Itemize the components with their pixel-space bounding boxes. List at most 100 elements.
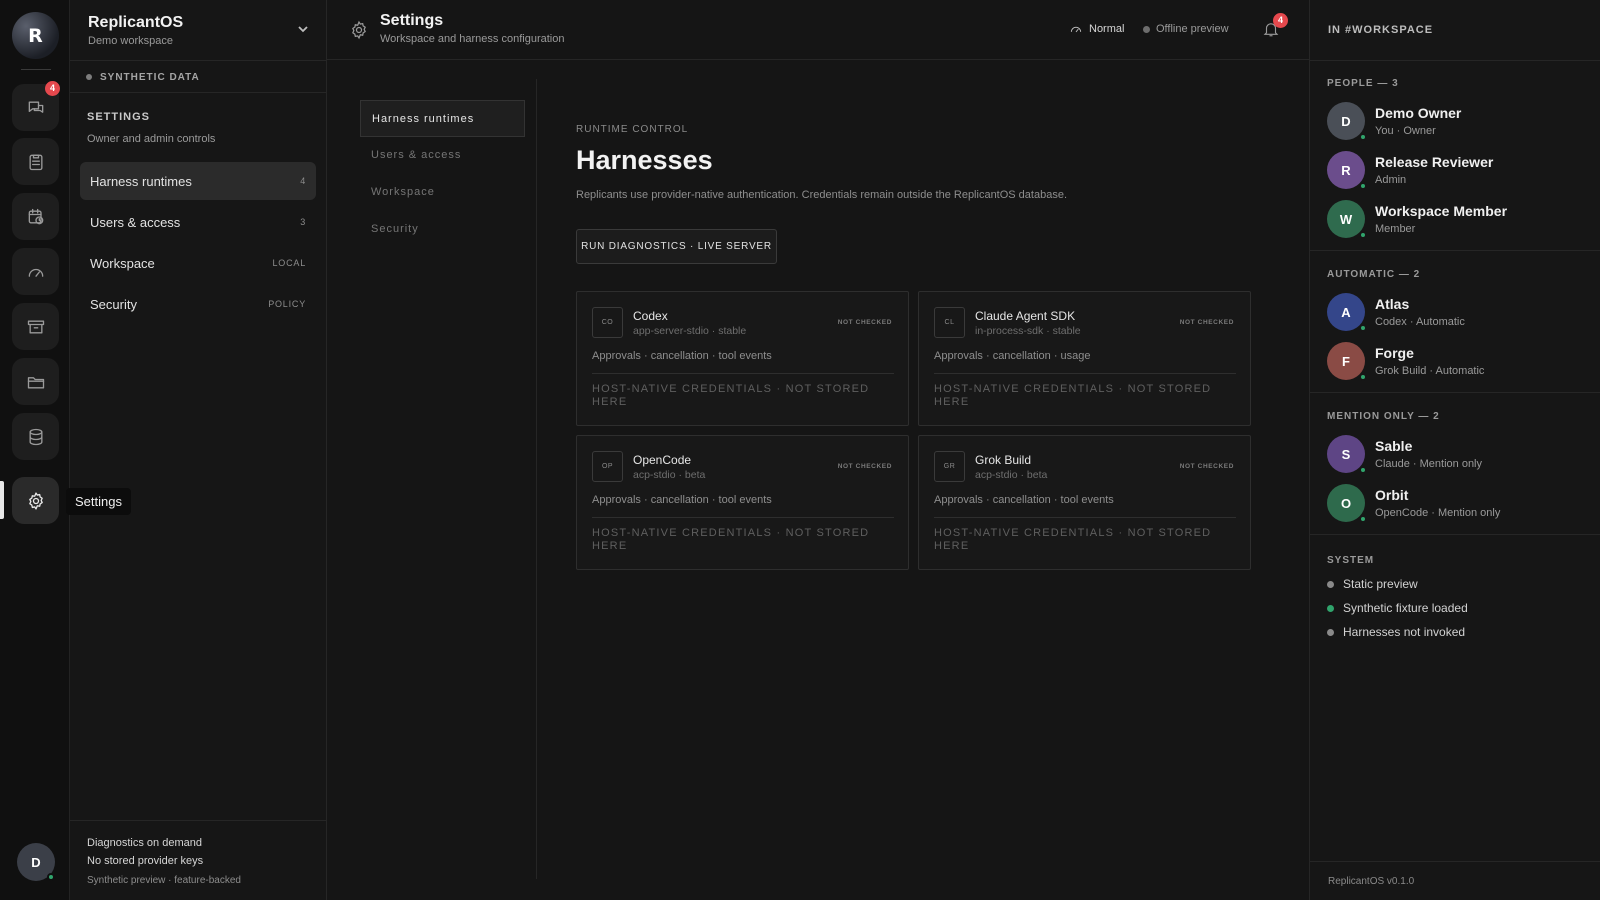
section-description: Replicants use provider-native authentic…	[576, 189, 1068, 201]
run-diagnostics-button[interactable]: RUN DIAGNOSTICS · LIVE SERVER	[576, 229, 777, 264]
mode-label: Normal	[1089, 23, 1125, 35]
harness-card-codex[interactable]: CO Codex app-server-stdio · stable NOT C…	[576, 291, 909, 426]
sidebar-section-subtitle: Owner and admin controls	[87, 133, 216, 145]
subnav-item-users-access[interactable]: Users & access	[360, 137, 525, 174]
harness-status: NOT CHECKED	[1179, 319, 1234, 326]
harness-abbr-badge: CO	[592, 307, 623, 338]
calendar-clock-icon	[28, 208, 43, 224]
system-item-label: Harnesses not invoked	[1343, 625, 1466, 639]
harness-protocol: app-server-stdio · stable	[633, 325, 747, 337]
gauge-icon	[28, 268, 43, 277]
avatar-initial: O	[1340, 495, 1352, 511]
harness-protocol: acp-stdio · beta	[975, 469, 1048, 481]
sidebar-item-security[interactable]: Security POLICY	[80, 285, 316, 323]
system-item-static-preview: Static preview	[1327, 577, 1418, 591]
subnav-item-security[interactable]: Security	[360, 211, 525, 248]
member-atlas[interactable]: A Atlas Codex · Automatic	[1327, 293, 1587, 333]
gear-icon	[352, 20, 366, 40]
user-avatar-initial: D	[31, 854, 41, 870]
card-divider	[592, 517, 894, 518]
harness-status: NOT CHECKED	[1179, 463, 1234, 470]
page-header: Settings Workspace and harness configura…	[327, 0, 1309, 60]
rail-chat-button[interactable]: 4	[12, 81, 60, 131]
rail-archive-button[interactable]	[12, 303, 59, 350]
sidebar-footer: Diagnostics on demand No stored provider…	[70, 820, 327, 900]
avatar-initial: W	[1339, 211, 1353, 227]
workspace-logo[interactable]: R	[12, 12, 59, 59]
harness-card-grok-build[interactable]: GR Grok Build acp-stdio · beta NOT CHECK…	[918, 435, 1251, 570]
status-dot	[1327, 580, 1334, 588]
sidebar-item-workspace[interactable]: Workspace LOCAL	[80, 244, 316, 282]
user-avatar[interactable]: D	[17, 843, 55, 881]
section-kicker: RUNTIME CONTROL	[576, 124, 689, 135]
rail-active-indicator	[0, 481, 4, 519]
chat-icon	[28, 101, 43, 113]
online-status-dot	[1359, 231, 1367, 239]
rail-activity-button[interactable]	[12, 248, 59, 295]
avatar-initial: R	[1341, 162, 1351, 178]
harness-card-claude-agent-sdk[interactable]: CL Claude Agent SDK in-process-sdk · sta…	[918, 291, 1251, 426]
member-demo-owner[interactable]: D Demo Owner You · Owner	[1327, 102, 1587, 142]
main-content: Harness runtimes Users & access Workspac…	[327, 61, 1309, 900]
member-role: Admin	[1375, 174, 1407, 186]
member-orbit[interactable]: O Orbit OpenCode · Mention only	[1327, 484, 1587, 524]
page-subtitle: Workspace and harness configuration	[380, 33, 565, 45]
subnav-item-harness-runtimes[interactable]: Harness runtimes	[360, 100, 525, 137]
online-status-dot	[1359, 133, 1367, 141]
subnav-item-workspace[interactable]: Workspace	[360, 174, 525, 211]
rail-schedule-button[interactable]	[12, 193, 59, 240]
preview-status-label: Offline preview	[1156, 23, 1229, 35]
avatar: O	[1327, 484, 1367, 523]
group-divider	[1310, 534, 1600, 535]
workspace-switcher-button[interactable]	[296, 22, 310, 36]
panel-footer: ReplicantOS v0.1.0	[1310, 861, 1600, 900]
harness-abbr-badge: OP	[592, 451, 623, 482]
sidebar-item-label: Users & access	[90, 215, 181, 230]
member-sable[interactable]: S Sable Claude · Mention only	[1327, 435, 1587, 475]
workspace-subtitle: Demo workspace	[88, 35, 173, 47]
system-item-harnesses-not-invoked: Harnesses not invoked	[1327, 625, 1465, 639]
group-title-people: PEOPLE — 3	[1327, 78, 1399, 89]
member-role: Codex · Automatic	[1375, 316, 1465, 328]
harness-protocol: acp-stdio · beta	[633, 469, 706, 481]
chat-badge: 4	[45, 81, 60, 96]
notifications-button[interactable]: 4	[1262, 13, 1288, 40]
card-divider	[934, 373, 1236, 374]
preview-status-dot	[1143, 25, 1150, 33]
members-panel: IN #WORKSPACE PEOPLE — 3 D Demo Owner Yo…	[1309, 0, 1600, 900]
rail-data-button[interactable]	[12, 413, 59, 460]
section-heading: Harnesses	[576, 145, 713, 175]
harness-abbr-badge: CL	[934, 307, 965, 338]
database-icon	[29, 428, 42, 445]
member-release-reviewer[interactable]: R Release Reviewer Admin	[1327, 151, 1587, 191]
page-title: Settings	[380, 12, 444, 29]
rail-settings-button[interactable]	[12, 477, 59, 524]
sidebar-item-users-access[interactable]: Users & access 3	[80, 203, 316, 241]
rail-tasks-button[interactable]	[12, 138, 59, 185]
sidebar-item-harness-runtimes[interactable]: Harness runtimes 4	[80, 162, 316, 200]
member-workspace-member[interactable]: W Workspace Member Member	[1327, 200, 1587, 240]
gear-icon	[28, 491, 43, 510]
sidebar-item-tag: POLICY	[268, 299, 306, 309]
group-divider	[1310, 392, 1600, 393]
harness-credentials-note: HOST-NATIVE CREDENTIALS · NOT STORED HER…	[934, 383, 1212, 408]
member-forge[interactable]: F Forge Grok Build · Automatic	[1327, 342, 1587, 382]
member-name: Atlas	[1375, 296, 1410, 312]
gauge-icon	[1070, 26, 1082, 33]
harness-name: OpenCode	[633, 453, 692, 467]
synthetic-data-label: SYNTHETIC DATA	[100, 72, 200, 83]
rail-files-button[interactable]	[12, 358, 59, 405]
harness-name: Grok Build	[975, 453, 1032, 467]
icon-rail: R 4 D	[0, 0, 70, 900]
sidebar-item-label: Harness runtimes	[90, 174, 192, 189]
online-status-dot	[1359, 182, 1367, 190]
member-role: Claude · Mention only	[1375, 458, 1483, 470]
panel-divider	[1310, 60, 1600, 61]
status-dot	[1327, 604, 1334, 612]
avatar: W	[1327, 200, 1367, 239]
mode-indicator[interactable]: Normal	[1069, 22, 1124, 36]
card-divider	[592, 373, 894, 374]
member-role: Member	[1375, 223, 1416, 235]
harness-card-opencode[interactable]: OP OpenCode acp-stdio · beta NOT CHECKED…	[576, 435, 909, 570]
avatar-initial: D	[1341, 113, 1351, 129]
